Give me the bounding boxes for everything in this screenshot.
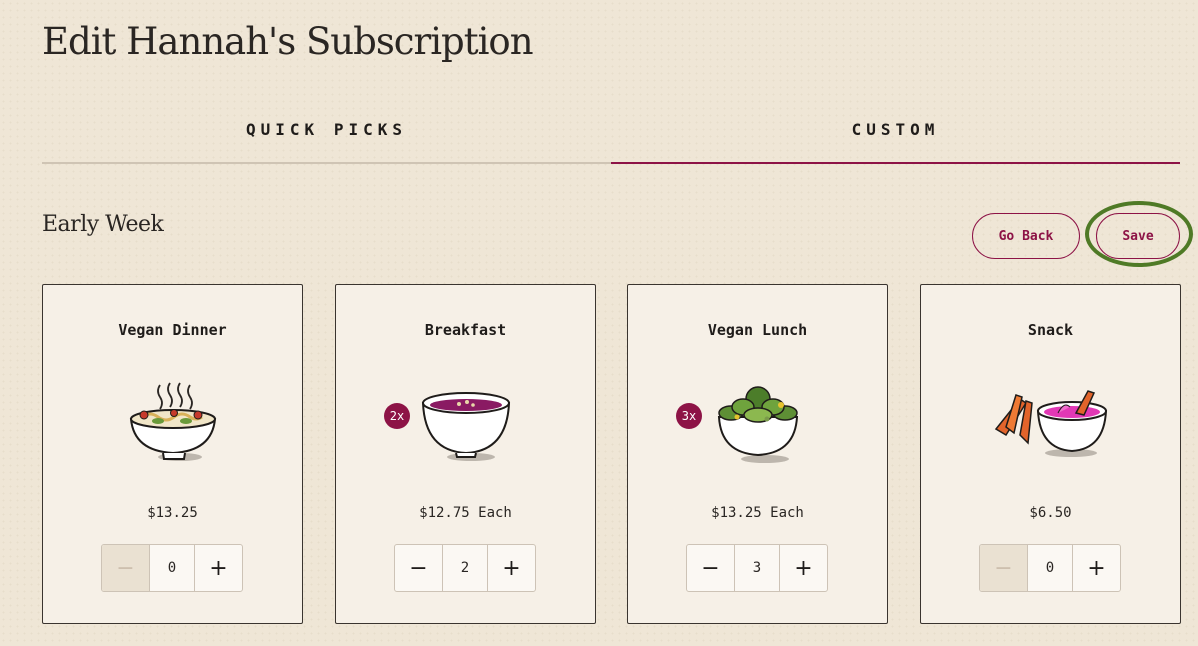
noodle-bowl-icon (43, 377, 302, 467)
meal-price: $12.75 Each (419, 505, 512, 521)
quantity-value: 2 (442, 545, 488, 591)
section-title: Early Week (42, 212, 164, 237)
meal-name: Snack (1027, 321, 1074, 339)
quantity-value: 0 (1027, 545, 1073, 591)
dip-with-veggies-icon (921, 377, 1180, 467)
decrement-button[interactable]: − (395, 545, 442, 591)
tab-quick-picks[interactable]: QUICK PICKS (42, 112, 611, 164)
page-title: Edit Hannah's Subscription (42, 20, 534, 63)
meal-card-breakfast: Breakfast 2x $12.75 Each − 2 + (335, 284, 596, 624)
meal-name: Vegan Dinner (118, 321, 227, 339)
increment-button[interactable]: + (780, 545, 827, 591)
quantity-stepper: − 0 + (979, 544, 1121, 592)
go-back-button[interactable]: Go Back (972, 213, 1080, 259)
decrement-button[interactable]: − (102, 545, 149, 591)
quantity-stepper: − 2 + (394, 544, 536, 592)
meal-card-vegan-dinner: Vegan Dinner $13.25 − 0 + (42, 284, 303, 624)
increment-button[interactable]: + (195, 545, 242, 591)
salad-bowl-icon (628, 377, 887, 467)
meal-price: $13.25 (147, 505, 198, 521)
meal-card-snack: Snack $6.50 − 0 + (920, 284, 1181, 624)
meal-name: Vegan Lunch (707, 321, 808, 339)
meal-card-vegan-lunch: Vegan Lunch 3x $13.25 Each − 3 + (627, 284, 888, 624)
tab-bar: QUICK PICKS CUSTOM (42, 112, 1180, 164)
smoothie-bowl-icon (336, 377, 595, 467)
quantity-stepper: − 3 + (686, 544, 828, 592)
decrement-button[interactable]: − (980, 545, 1027, 591)
increment-button[interactable]: + (1073, 545, 1120, 591)
quantity-value: 0 (149, 545, 195, 591)
meal-name: Breakfast (424, 321, 507, 339)
meal-price: $6.50 (1029, 505, 1072, 521)
meal-price: $13.25 Each (711, 505, 804, 521)
increment-button[interactable]: + (488, 545, 535, 591)
quantity-value: 3 (734, 545, 780, 591)
save-button[interactable]: Save (1096, 213, 1180, 259)
quantity-stepper: − 0 + (101, 544, 243, 592)
decrement-button[interactable]: − (687, 545, 734, 591)
tab-custom[interactable]: CUSTOM (611, 112, 1180, 164)
